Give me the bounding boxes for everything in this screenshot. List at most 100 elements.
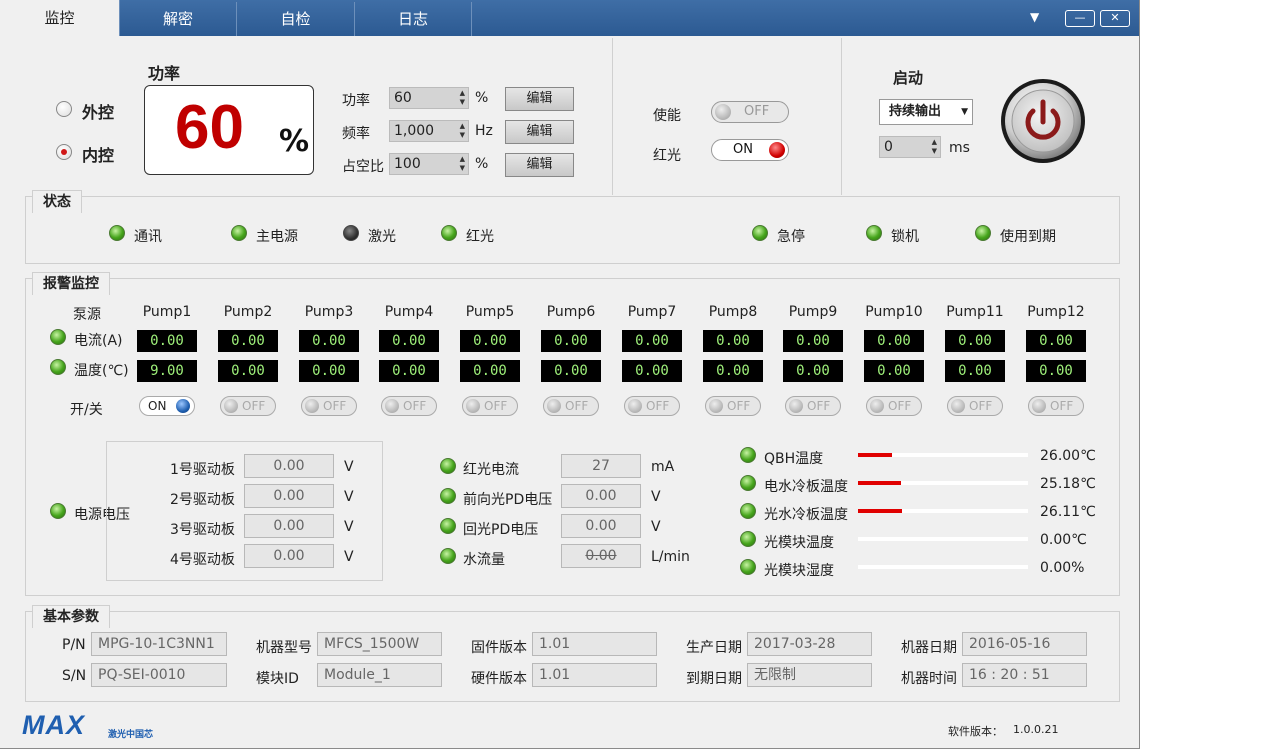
menu-dropdown-icon[interactable]: ▼ (1030, 10, 1039, 24)
toggle-knob-icon (547, 399, 561, 413)
tab-log[interactable]: 日志 (355, 2, 472, 36)
pump-switch-state: OFF (403, 399, 427, 413)
pump-switch-toggle[interactable]: OFF (543, 396, 599, 416)
toggle-knob-icon (951, 399, 965, 413)
pump-switch-toggle[interactable]: OFF (947, 396, 1003, 416)
board1-label: 1号驱动板 (170, 462, 235, 478)
red-light-led-icon (441, 225, 457, 241)
temp-level-bar (858, 481, 1028, 485)
duty-spinbox[interactable]: 100 ▲ ▼ (389, 153, 469, 175)
tab-decrypt[interactable]: 解密 (120, 2, 237, 36)
board2-unit: V (344, 489, 354, 505)
tab-selftest[interactable]: 自检 (237, 2, 355, 36)
lock-led-icon (866, 225, 882, 241)
temp-row-label: QBH温度 (764, 451, 824, 467)
tab-monitor[interactable]: 监控 (0, 0, 120, 36)
logo-subtitle: 激光中国芯 (108, 730, 154, 740)
spin-arrows-icon[interactable]: ▲ ▼ (460, 122, 465, 140)
mtime-label: 机器时间 (901, 671, 957, 687)
sn-label: S/N (62, 668, 87, 684)
temp-level-fill (858, 453, 892, 457)
toggle-knob-icon (385, 399, 399, 413)
status-lock-label: 锁机 (891, 229, 919, 245)
temp-led-icon (740, 447, 756, 463)
pump-current-value: 0.00 (703, 330, 763, 352)
power-display-unit: % (279, 124, 310, 159)
pn-value: MPG-10-1C3NN1 (91, 632, 227, 656)
enable-toggle[interactable]: OFF (711, 101, 789, 123)
pump-temp-value: 0.00 (1026, 360, 1086, 382)
sn-value: PQ-SEI-0010 (91, 663, 227, 687)
red-current-unit: mA (651, 459, 675, 475)
pump-switch-state: OFF (646, 399, 670, 413)
pump-header: Pump8 (708, 304, 758, 320)
mtime-value: 16 : 20 : 51 (962, 663, 1087, 687)
edit-power-button[interactable]: 编辑 (505, 87, 574, 111)
back-pd-led-icon (440, 518, 456, 534)
temp-row-label: 光模块湿度 (764, 563, 834, 579)
pump-header: Pump9 (788, 304, 838, 320)
fw-value: 1.01 (532, 632, 657, 656)
status-laser-label: 激光 (368, 229, 396, 245)
board4-label: 4号驱动板 (170, 552, 235, 568)
status-main-power-label: 主电源 (256, 229, 298, 245)
temp-row-label: 光模块温度 (764, 535, 834, 551)
pump-header: Pump7 (627, 304, 677, 320)
param-power-label: 功率 (342, 93, 370, 109)
pump-switch-toggle[interactable]: OFF (381, 396, 437, 416)
edit-frequency-button[interactable]: 编辑 (505, 120, 574, 144)
pump-switch-toggle[interactable]: OFF (462, 396, 518, 416)
minimize-button[interactable]: — (1065, 10, 1095, 27)
external-control-radio[interactable] (56, 101, 72, 117)
pump-header: Pump3 (304, 304, 354, 320)
red-light-toggle-state: ON (733, 142, 753, 157)
switch-label: 开/关 (70, 402, 103, 418)
pump-switch-toggle[interactable]: OFF (624, 396, 680, 416)
pump-temp-value: 0.00 (299, 360, 359, 382)
frequency-spinbox-value: 1,000 (394, 123, 435, 139)
board4-value: 0.00 (244, 544, 334, 568)
main-power-led-icon (231, 225, 247, 241)
internal-control-radio[interactable] (56, 144, 72, 160)
fw-label: 固件版本 (471, 640, 527, 656)
duty-spinbox-value: 100 (394, 156, 421, 172)
power-button[interactable] (1000, 78, 1086, 164)
pump-switch-toggle[interactable]: OFF (1028, 396, 1084, 416)
pump-header: Pump12 (1027, 304, 1085, 320)
tab-bar: 监控 解密 自检 日志 ▼ — ✕ (0, 0, 1139, 36)
pump-switch-toggle[interactable]: OFF (785, 396, 841, 416)
max-logo: MAX (22, 710, 85, 740)
pump-switch-toggle[interactable]: ON (139, 396, 195, 416)
mdate-label: 机器日期 (901, 640, 957, 656)
power-spinbox-value: 60 (394, 90, 412, 106)
delay-spinbox-value: 0 (884, 139, 893, 155)
spin-arrows-icon[interactable]: ▲ ▼ (460, 89, 465, 107)
power-spinbox[interactable]: 60 ▲ ▼ (389, 87, 469, 109)
power-icon (1001, 79, 1085, 163)
toggle-knob-icon (466, 399, 480, 413)
spin-arrows-icon[interactable]: ▲ ▼ (460, 155, 465, 173)
version-label: 软件版本： (948, 725, 1003, 738)
edit-duty-button[interactable]: 编辑 (505, 153, 574, 177)
red-light-toggle[interactable]: ON (711, 139, 789, 161)
red-current-label: 红光电流 (463, 462, 519, 478)
expiry-led-icon (975, 225, 991, 241)
toggle-knob-icon (870, 399, 884, 413)
output-mode-select[interactable]: 持续输出 ▼ (879, 99, 973, 125)
pump-switch-toggle[interactable]: OFF (220, 396, 276, 416)
pump-current-value: 0.00 (864, 330, 924, 352)
spin-arrows-icon[interactable]: ▲ ▼ (932, 138, 937, 156)
enable-toggle-state: OFF (744, 104, 770, 119)
hw-label: 硬件版本 (471, 671, 527, 687)
pump-switch-toggle[interactable]: OFF (866, 396, 922, 416)
pump-switch-toggle[interactable]: OFF (301, 396, 357, 416)
supply-led-icon (50, 503, 66, 519)
start-title: 启动 (893, 69, 924, 87)
alarm-title: 报警监控 (32, 272, 110, 295)
delay-spinbox[interactable]: 0 ▲ ▼ (879, 136, 941, 158)
pump-switch-toggle[interactable]: OFF (705, 396, 761, 416)
main-window: 监控 解密 自检 日志 ▼ — ✕ 外控 内控 功率 60 % 功率 60 ▲ ▼ … (0, 0, 1140, 749)
close-button[interactable]: ✕ (1100, 10, 1130, 27)
frequency-spinbox[interactable]: 1,000 ▲ ▼ (389, 120, 469, 142)
forward-pd-value: 0.00 (561, 484, 641, 508)
